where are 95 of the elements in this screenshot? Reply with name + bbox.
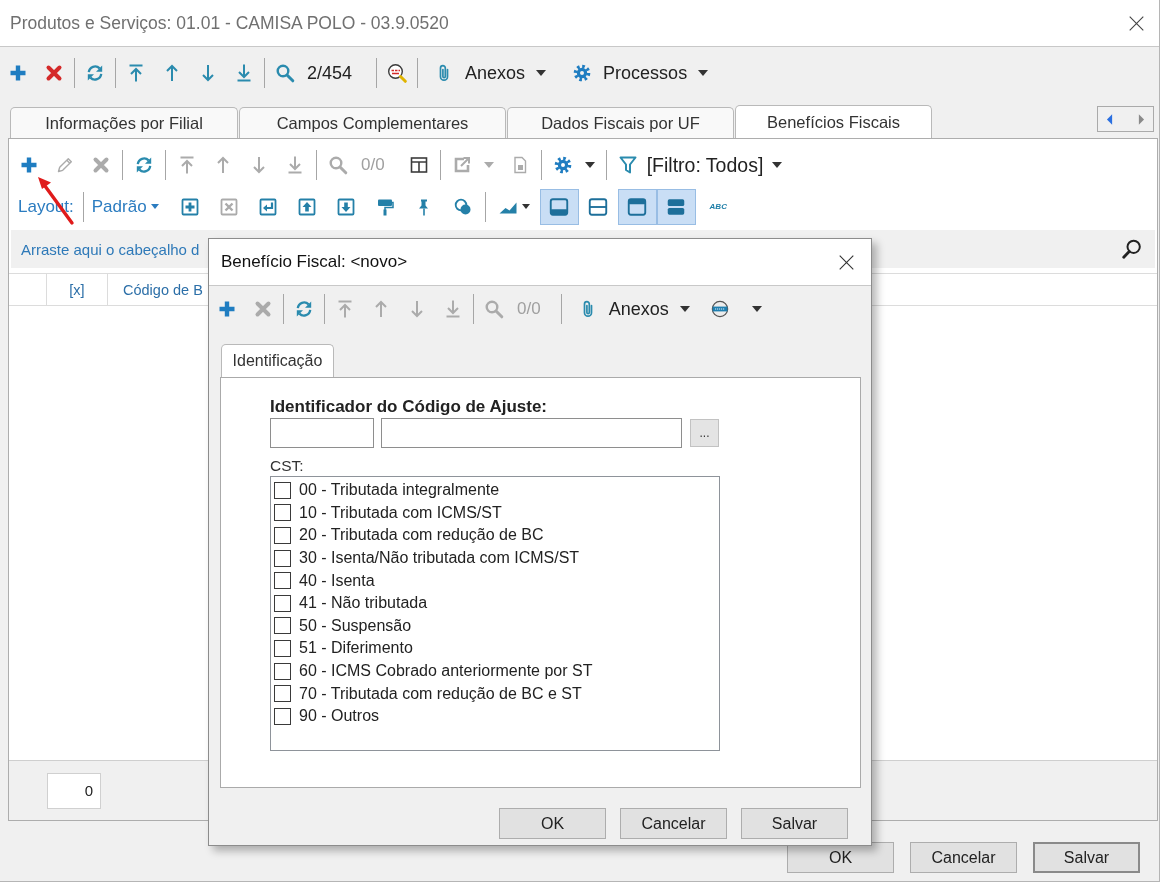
caret-icon [584,162,595,168]
cross-box-icon [219,196,240,217]
option-label: 40 - Isenta [299,571,375,590]
funnel-icon [617,155,638,175]
browse-button[interactable]: ... [690,419,719,447]
option-label: 30 - Isenta/Não tributada com ICMS/ST [299,549,580,568]
plus-icon [217,299,237,319]
tab[interactable]: Benefícios Fiscais [735,105,932,138]
checkbox[interactable] [274,504,291,522]
cross-icon [253,299,273,319]
top-panel-icon [626,195,649,218]
column-header[interactable]: Código de B [108,274,203,305]
filter-menu[interactable]: [Filtro: Todos] [609,149,793,181]
count-field: 0 [47,772,101,809]
attachments-menu[interactable]: Anexos [563,293,702,325]
refresh-icon [85,63,105,83]
columns-icon [408,155,429,175]
option-label: 50 - Suspensão [299,616,412,635]
dialog-button[interactable]: Cancelar [620,808,727,839]
checkbox[interactable] [274,707,291,725]
search-icon [328,155,348,175]
globe-icon [709,299,730,319]
cross-icon [44,63,64,83]
option-label: 51 - Diferimento [299,639,413,658]
caret-icon [521,204,530,209]
caret-icon [536,70,547,76]
bottom-panel-icon [548,195,571,218]
search-icon [484,299,504,319]
view-toggle-button[interactable] [539,188,579,225]
attachments-menu[interactable]: Anexos [420,57,559,89]
tab[interactable]: Informações por Filial [10,107,238,138]
refresh-icon [294,299,314,319]
option-label: 00 - Tributada integralmente [299,481,500,500]
option-label: 10 - Tributada com ICMS/ST [299,503,502,522]
checkbox[interactable] [274,527,291,544]
checkbox[interactable] [274,481,291,499]
plus-box-icon [180,196,201,217]
dialog-title: Benefício Fiscal: <novo> [221,252,408,272]
dialog-button[interactable]: Cancelar [910,842,1017,873]
arrow-down-box-icon [336,196,357,217]
cross-icon [91,155,111,175]
settings-icon [572,63,593,83]
close-icon [837,253,855,271]
plus-icon [8,63,28,83]
checkbox[interactable] [274,662,291,680]
dialog-button[interactable]: OK [499,808,606,839]
search-icon [275,63,295,83]
option-label: 41 - Não tributada [299,594,428,613]
tab[interactable]: Identificação [221,344,334,377]
field-label: Identificador do Código de Ajuste: [270,397,548,416]
split-panel-icon [587,195,610,218]
option-label: 70 - Tributada com redução de BC e ST [299,684,582,703]
column-header[interactable]: [x] [47,274,108,305]
caret-icon [751,306,762,312]
caret-icon [772,162,783,168]
refresh-icon [134,155,154,175]
field-label: CST: [270,457,304,475]
processes-menu[interactable]: Processos [558,57,721,89]
caret-icon [483,162,494,168]
description-input[interactable] [381,418,682,448]
settings-icon [552,155,573,175]
view-toggle-button[interactable] [617,188,657,225]
layout-preset-dropdown[interactable]: Padrão [85,190,171,223]
dialog-button[interactable]: Salvar [1033,842,1140,873]
tab[interactable]: Campos Complementares [239,107,506,138]
plus-icon [19,155,39,175]
record-counter: 0/0 [516,299,542,319]
dialog-button[interactable]: OK [787,842,894,873]
option-label: 60 - ICMS Cobrado anteriormente por ST [299,662,593,681]
caret-icon [698,70,709,76]
magnifier-icon [387,63,408,83]
arrow-up-box-icon [297,196,318,217]
return-box-icon [258,196,279,217]
record-counter: 2/454 [306,62,354,84]
group-hint: Arraste aqui o cabeçalho d [21,240,200,258]
checkbox[interactable] [274,617,291,635]
option-label: 90 - Outros [299,707,380,726]
dialog-button[interactable]: Salvar [741,808,848,839]
window-title: Produtos e Serviços: 01.01 - CAMISA POLO - 03.9.0520 [10,12,449,34]
abc-button[interactable]: ABC [703,202,733,211]
caret-icon [679,306,690,312]
checkbox[interactable] [274,572,291,590]
checkbox[interactable] [274,594,291,612]
tab[interactable]: Dados Fiscais por UF [507,107,734,138]
code-input[interactable] [270,418,374,448]
pencil-icon [55,155,75,175]
checkbox[interactable] [274,685,291,703]
option-label: 20 - Tributada com redução de BC [299,526,544,545]
view-toggle-button[interactable] [656,188,696,225]
close-icon [1127,14,1145,32]
checkbox[interactable] [274,549,291,567]
caret-icon [150,204,159,209]
checkbox[interactable] [274,639,291,657]
search-icon[interactable] [1121,238,1143,260]
record-counter: 0/0 [360,155,386,175]
